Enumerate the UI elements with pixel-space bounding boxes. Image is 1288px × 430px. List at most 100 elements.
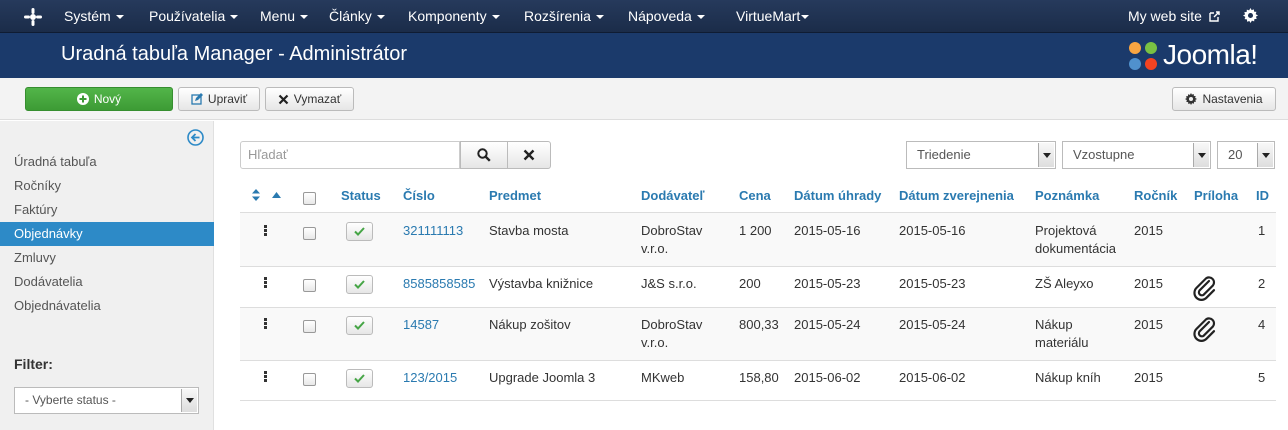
column-header-poznamka[interactable]: Poznámka [1035, 181, 1099, 211]
caret-down-icon [801, 15, 810, 20]
order-by-select[interactable]: Triedenie [906, 141, 1056, 169]
column-header-rocnik[interactable]: Ročník [1134, 181, 1177, 211]
toolbar: Nový Upraviť Vymazať Nastavenia [0, 78, 1288, 120]
status-filter-select[interactable]: - Vyberte status - [14, 387, 199, 414]
new-button[interactable]: Nový [25, 87, 173, 111]
nav-menu-extensions[interactable]: Rozšírenia [524, 0, 604, 33]
row-datum-uhrady: 2015-05-24 [794, 317, 861, 332]
sort-icon [252, 189, 260, 201]
column-header-predmet[interactable]: Predmet [489, 181, 541, 211]
edit-icon [191, 93, 203, 105]
row-rocnik: 2015 [1134, 317, 1163, 332]
caret-down-icon [230, 15, 239, 20]
delete-button-label: Vymazať [293, 92, 342, 106]
column-header-datum-uhrady[interactable]: Dátum úhrady [794, 181, 881, 211]
sidebar-item-rocniky[interactable]: Ročníky [0, 174, 214, 198]
row-checkbox[interactable] [303, 227, 316, 240]
row-datum-zverejnenia: 2015-05-23 [899, 276, 966, 291]
external-link-icon [1209, 11, 1220, 22]
nav-menu-system[interactable]: Systém [64, 0, 124, 33]
row-cislo-link[interactable]: 14587 [403, 316, 439, 334]
status-filter-value: - Vyberte status - [25, 393, 116, 407]
drag-handle-icon[interactable] [264, 318, 268, 330]
settings-button[interactable]: Nastavenia [1172, 87, 1276, 111]
checkmark-icon [354, 227, 365, 236]
caret-down-icon [300, 15, 309, 20]
row-datum-uhrady: 2015-05-16 [794, 223, 861, 238]
search-input[interactable]: Hľadať [240, 141, 460, 169]
nav-menu-menu[interactable]: Menu [260, 0, 309, 33]
column-header-status[interactable]: Status [341, 181, 381, 211]
row-datum-uhrady: 2015-05-23 [794, 276, 861, 291]
sidebar-item-dodavatelia[interactable]: Dodávatelia [0, 270, 214, 294]
sidebar-item-objednavky[interactable]: Objednávky [0, 222, 214, 246]
status-toggle[interactable] [346, 222, 373, 241]
row-dodavatel: DobroStav [641, 223, 703, 238]
chevron-down-icon [181, 389, 197, 412]
nav-menu-components[interactable]: Komponenty [408, 0, 500, 33]
nav-menu-users[interactable]: Používatelia [149, 0, 239, 33]
chevron-down-icon [1038, 143, 1054, 167]
column-header-dodavatel[interactable]: Dodávateľ [641, 181, 705, 211]
row-cena: 158,80 [739, 370, 779, 385]
status-toggle[interactable] [346, 316, 373, 335]
sidebar: Úradná tabuľa Ročníky Faktúry Objednávky… [0, 121, 214, 430]
checkmark-icon [354, 321, 365, 330]
row-dodavatel: J&S s.r.o. [641, 276, 697, 291]
column-header-cena[interactable]: Cena [739, 181, 771, 211]
caret-up-icon [271, 192, 281, 198]
drag-handle-icon[interactable] [264, 225, 268, 237]
row-dodavatel: DobroStav [641, 317, 703, 332]
row-id: 5 [1258, 370, 1266, 385]
row-cislo-link[interactable]: 321111113 [403, 222, 463, 240]
clear-search-button[interactable] [507, 141, 551, 169]
sidebar-item-faktury[interactable]: Faktúry [0, 198, 214, 222]
row-predmet: Upgrade Joomla 3 [489, 370, 596, 385]
column-header-datum-zverejnenia[interactable]: Dátum zverejnenia [899, 181, 1014, 211]
drag-handle-icon[interactable] [264, 371, 268, 383]
nav-menu-virtuemart[interactable]: VirtueMart [736, 0, 810, 33]
sidebar-item-zmluvy[interactable]: Zmluvy [0, 246, 214, 270]
status-toggle[interactable] [346, 275, 373, 294]
limit-select[interactable]: 20 [1217, 141, 1275, 169]
column-header-id[interactable]: ID [1256, 181, 1269, 211]
gear-icon [1185, 93, 1198, 105]
column-header-priloha[interactable]: Príloha [1194, 181, 1238, 211]
status-toggle[interactable] [346, 369, 373, 388]
paperclip-icon[interactable] [1192, 275, 1218, 301]
joomla-menu-icon[interactable] [22, 6, 44, 28]
row-datum-zverejnenia: 2015-05-16 [899, 223, 966, 238]
page-title: Uradná tabuľa Manager - Administrátor [61, 43, 408, 65]
direction-select[interactable]: Vzostupne [1062, 141, 1211, 169]
my-web-site-link[interactable]: My web site [1128, 0, 1220, 33]
row-cislo-link[interactable]: 123/2015 [403, 369, 457, 387]
select-all-checkbox[interactable] [303, 192, 316, 205]
chevron-down-icon [1257, 143, 1273, 167]
close-icon [278, 94, 289, 104]
nav-menu-articles[interactable]: Články [329, 0, 385, 33]
delete-button[interactable]: Vymazať [265, 87, 354, 111]
row-checkbox[interactable] [303, 320, 316, 333]
drag-handle-icon[interactable] [264, 277, 268, 289]
ordering-sort-icon[interactable] [251, 181, 281, 211]
user-settings-menu[interactable] [1243, 0, 1258, 33]
row-id: 1 [1258, 223, 1266, 238]
nav-menu-help[interactable]: Nápoveda [628, 0, 705, 33]
column-header-cislo[interactable]: Číslo [403, 181, 435, 211]
row-poznamka: Nákup [1035, 317, 1073, 332]
row-datum-uhrady: 2015-06-02 [794, 370, 861, 385]
sidebar-item-objednavatelia[interactable]: Objednávatelia [0, 294, 214, 318]
edit-button[interactable]: Upraviť [178, 87, 260, 111]
chevron-down-icon [1193, 143, 1209, 167]
arrow-left-circle-icon[interactable] [187, 129, 204, 146]
row-checkbox[interactable] [303, 279, 316, 292]
new-button-label: Nový [93, 92, 122, 106]
paperclip-icon[interactable] [1192, 316, 1218, 342]
caret-down-icon [491, 15, 500, 20]
sidebar-item-uradna-tabula[interactable]: Úradná tabuľa [0, 150, 214, 174]
row-cislo-link[interactable]: 8585858585 [403, 275, 475, 293]
checkmark-icon [354, 280, 365, 289]
checkmark-icon [354, 374, 365, 383]
search-button[interactable] [460, 141, 508, 169]
row-checkbox[interactable] [303, 373, 316, 386]
